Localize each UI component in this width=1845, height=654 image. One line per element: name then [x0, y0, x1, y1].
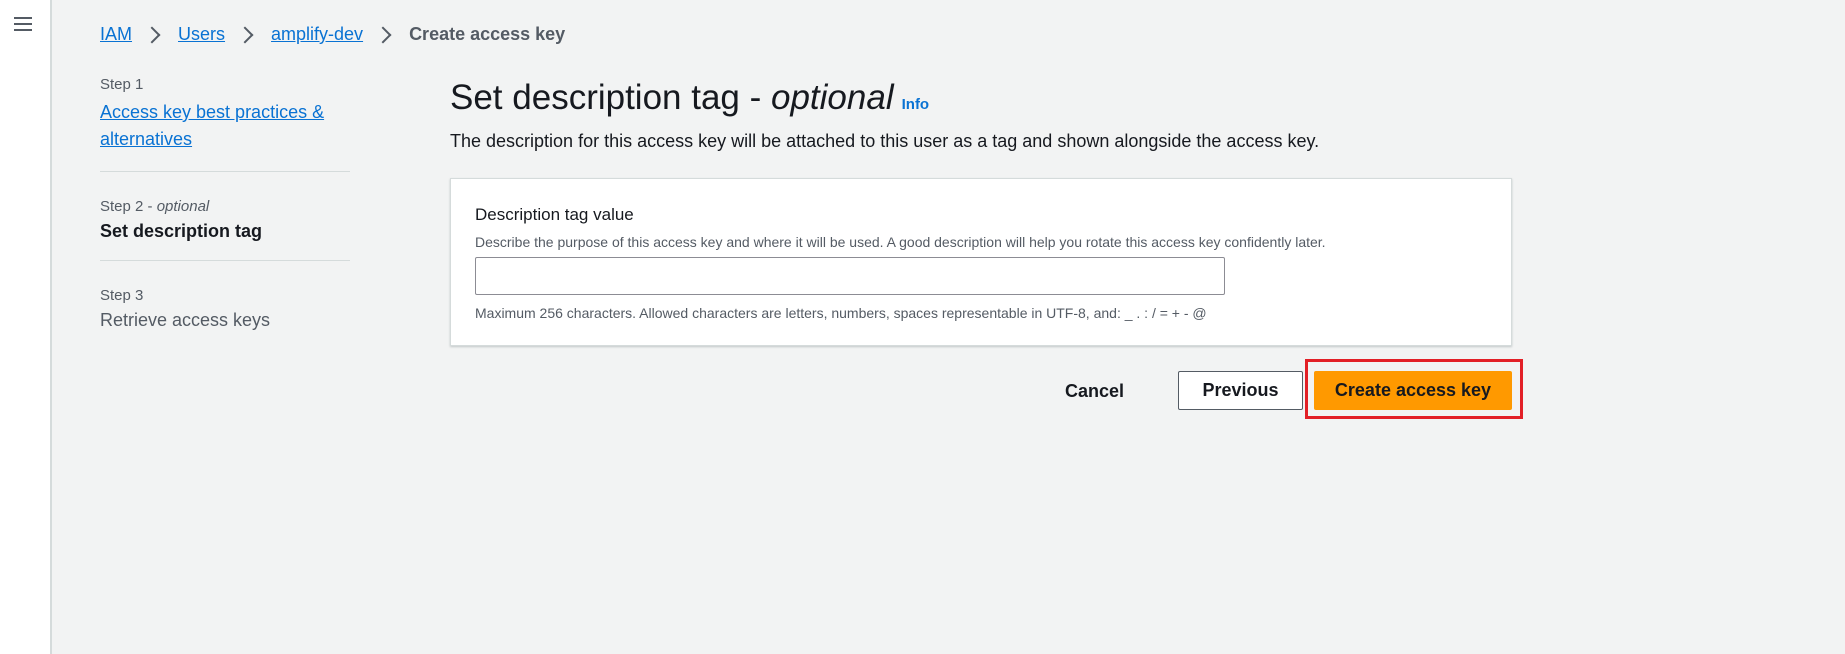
description-tag-help: Describe the purpose of this access key …: [475, 234, 1326, 250]
step-1-link[interactable]: Access key best practices & alternatives: [100, 99, 350, 153]
wizard-steps: Step 1 Access key best practices & alter…: [100, 76, 350, 375]
wizard-step-2: Step 2 - optional Set description tag: [100, 198, 350, 261]
description-tag-constraint: Maximum 256 characters. Allowed characte…: [475, 305, 1207, 321]
wizard-step-3: Step 3 Retrieve access keys: [100, 287, 350, 349]
page-title-text: Set description tag -: [450, 78, 771, 117]
breadcrumb-iam[interactable]: IAM: [100, 24, 132, 45]
create-access-key-button[interactable]: Create access key: [1314, 371, 1512, 410]
chevron-right-icon: [236, 26, 254, 43]
main-content: Set description tag - optional Info The d…: [450, 76, 1523, 419]
breadcrumb-users[interactable]: Users: [178, 24, 225, 45]
step-number-prefix: Step 2 -: [100, 198, 157, 215]
step-2-title-active: Set description tag: [100, 221, 263, 241]
step-number: Step 3: [100, 287, 144, 304]
side-nav-rail: [0, 0, 52, 654]
description-tag-label: Description tag value: [475, 205, 634, 224]
page-description: The description for this access key will…: [450, 131, 1320, 151]
info-link[interactable]: Info: [902, 96, 930, 113]
cancel-button[interactable]: Cancel: [1065, 381, 1124, 402]
step-optional-label: optional: [156, 198, 210, 215]
page-title-optional: optional: [771, 78, 894, 117]
breadcrumb-current: Create access key: [409, 24, 566, 44]
step-3-title: Retrieve access keys: [100, 310, 271, 330]
previous-button[interactable]: Previous: [1178, 371, 1303, 410]
hamburger-menu-icon[interactable]: [14, 14, 34, 34]
page-title: Set description tag - optional Info: [450, 76, 1512, 127]
chevron-right-icon: [143, 26, 161, 43]
wizard-actions: Cancel Previous Create access key: [450, 359, 1523, 419]
app-root: IAM Users amplify-dev Create access key …: [0, 0, 1845, 654]
breadcrumb-user[interactable]: amplify-dev: [271, 24, 363, 45]
description-tag-input[interactable]: [475, 257, 1225, 295]
wizard-step-1: Step 1 Access key best practices & alter…: [100, 76, 350, 172]
chevron-right-icon: [374, 26, 392, 43]
step-number: Step 1: [100, 76, 144, 93]
step-number: Step 2 - optional: [100, 198, 350, 215]
breadcrumb: IAM Users amplify-dev Create access key: [100, 24, 565, 45]
description-tag-panel: Description tag value Describe the purpo…: [450, 178, 1512, 346]
